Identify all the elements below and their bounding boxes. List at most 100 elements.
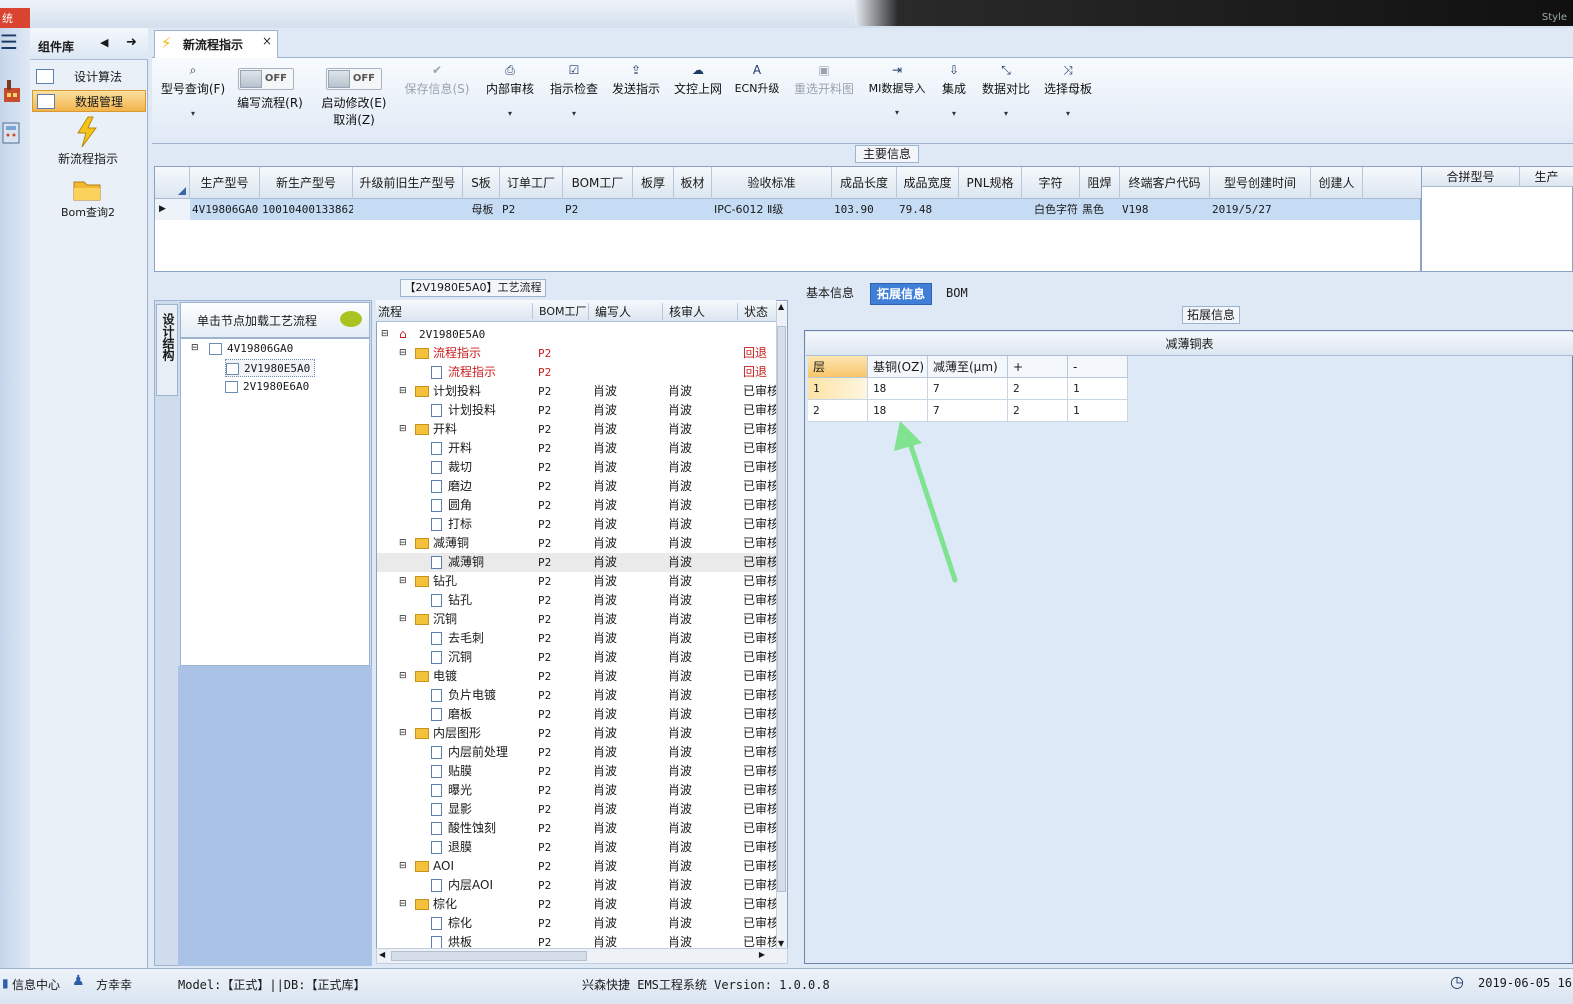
nav-item-data-management[interactable]: 数据管理 xyxy=(32,90,146,112)
flow-step-row[interactable]: 减薄铜 P2 肖波 肖波 已审核 xyxy=(377,553,779,572)
flow-step-row[interactable]: 内层AOI P2 肖波 肖波 已审核 xyxy=(377,876,779,895)
tool-bom-query-label[interactable]: Bom查询2 xyxy=(48,204,128,220)
table-cell[interactable]: 7 xyxy=(928,378,1008,400)
scroll-thumb[interactable] xyxy=(777,326,786,892)
collapse-icon[interactable]: ⊟ xyxy=(381,325,389,344)
col-header[interactable]: 编写人 xyxy=(588,303,631,320)
col-header[interactable]: 型号创建时间 xyxy=(1210,167,1311,199)
mi-data-import-button[interactable]: ⇥ MI数据导入 ▾ xyxy=(864,58,930,117)
pin-icon[interactable]: ➜ xyxy=(126,35,137,50)
folder-icon[interactable] xyxy=(72,176,102,205)
col-header[interactable]: 状态 xyxy=(737,303,768,320)
col-header[interactable]: 新生产型号 xyxy=(260,167,353,199)
flow-step-row[interactable]: 沉铜 P2 肖波 肖波 已审核 xyxy=(377,648,779,667)
flow-step-row[interactable]: 钻孔 P2 肖波 肖波 已审核 xyxy=(377,591,779,610)
flow-step-row[interactable]: 圆角 P2 肖波 肖波 已审核 xyxy=(377,496,779,515)
flow-group-row[interactable]: ⊟ 流程指示 P2 回退 xyxy=(377,344,777,363)
cell[interactable]: P2 xyxy=(500,199,563,220)
flow-step-row[interactable]: 退膜 P2 肖波 肖波 已审核 xyxy=(377,838,779,857)
col-header[interactable]: 生产 xyxy=(1520,167,1573,187)
data-compare-button[interactable]: ⤡ 数据对比 ▾ xyxy=(978,58,1034,118)
col-header[interactable]: 阻焊 xyxy=(1080,167,1120,199)
cell[interactable] xyxy=(1311,199,1363,220)
tree-node[interactable]: 4V19806GA0 xyxy=(209,340,293,358)
collapse-icon[interactable]: ⊟ xyxy=(191,343,199,353)
flow-group-row[interactable]: ⊟ 电镀 P2 肖波 肖波 已审核 xyxy=(377,667,779,686)
col-header-minus[interactable]: - xyxy=(1068,356,1128,378)
tool-new-flow-label[interactable]: 新流程指示 xyxy=(48,150,128,167)
hamburger-menu-icon[interactable]: ☰ xyxy=(0,32,22,54)
calculator-icon[interactable] xyxy=(1,120,23,146)
flow-group-row[interactable]: ⊟ 开料 P2 肖波 肖波 已审核 xyxy=(377,420,779,439)
flow-root-row[interactable]: ⊟ ⌂ 2V1980E5A0 xyxy=(377,325,777,344)
cell[interactable]: 2019/5/27 xyxy=(1210,199,1311,220)
col-header-plus[interactable]: + xyxy=(1008,356,1068,378)
cell[interactable]: 10010400133862 xyxy=(260,199,353,220)
app-tab-fragment[interactable]: 统 xyxy=(0,8,30,28)
cell[interactable]: 4V19806GA0 xyxy=(190,199,260,220)
flow-group-row[interactable]: ⊟ 减薄铜 P2 肖波 肖波 已审核 xyxy=(377,534,779,553)
model-query-button[interactable]: ⌕ 型号查询(F) ▾ xyxy=(156,58,230,118)
col-header[interactable]: 合拼型号 xyxy=(1422,167,1520,187)
col-header[interactable]: 生产型号 xyxy=(190,167,260,199)
col-header[interactable]: 字符 xyxy=(1022,167,1080,199)
flow-step-row[interactable]: 内层前处理 P2 肖波 肖波 已审核 xyxy=(377,743,779,762)
cell[interactable] xyxy=(353,199,463,220)
cell[interactable]: 母板 xyxy=(463,199,500,220)
flow-group-row[interactable]: ⊟ 沉铜 P2 肖波 肖波 已审核 xyxy=(377,610,779,629)
col-header[interactable]: PNL规格 xyxy=(959,167,1022,199)
tab-basic-info[interactable]: 基本信息 xyxy=(800,283,860,305)
flow-step-row[interactable]: 负片电镀 P2 肖波 肖波 已审核 xyxy=(377,686,779,705)
col-header[interactable]: 成品宽度 xyxy=(897,167,959,199)
flow-group-row[interactable]: ⊟ 计划投料 P2 肖波 肖波 已审核 xyxy=(377,382,779,401)
table-cell[interactable]: 2 xyxy=(1008,378,1068,400)
col-header[interactable]: 订单工厂 xyxy=(500,167,563,199)
tree-node[interactable]: 2V1980E6A0 xyxy=(225,378,309,396)
scroll-up-icon[interactable]: ▲ xyxy=(778,302,784,311)
flow-group-row[interactable]: ⊟ 内层图形 P2 肖波 肖波 已审核 xyxy=(377,724,779,743)
cell[interactable]: 白色字符 xyxy=(1022,199,1080,220)
collapse-icon[interactable]: ⊟ xyxy=(399,534,407,553)
col-header[interactable]: 终端客户代码 xyxy=(1120,167,1210,199)
flow-step-row[interactable]: 显影 P2 肖波 肖波 已审核 xyxy=(377,800,779,819)
col-header[interactable]: 流程 xyxy=(378,303,402,320)
collapse-icon[interactable]: ⊟ xyxy=(399,724,407,743)
cell[interactable]: V198 xyxy=(1120,199,1210,220)
cell[interactable] xyxy=(959,199,1022,220)
col-header-layer[interactable]: 层 xyxy=(808,356,868,378)
scroll-right-icon[interactable]: ▶ xyxy=(759,950,765,959)
horizontal-scrollbar[interactable]: ◀ ▶ xyxy=(376,948,788,964)
flow-step-row[interactable]: 磨板 P2 肖波 肖波 已审核 xyxy=(377,705,779,724)
scroll-left-icon[interactable]: ◀ xyxy=(379,950,385,959)
col-header[interactable]: 板材 xyxy=(674,167,712,199)
cancel-edit-label[interactable]: 取消(Z) xyxy=(318,111,390,128)
col-header[interactable]: 升级前旧生产型号 xyxy=(353,167,463,199)
flow-step-row[interactable]: 裁切 P2 肖波 肖波 已审核 xyxy=(377,458,779,477)
table-cell[interactable]: 1 xyxy=(1068,378,1128,400)
vertical-scrollbar[interactable]: ▲ ▼ xyxy=(776,302,787,948)
flow-step-row[interactable]: 流程指示 P2 回退 xyxy=(377,363,777,382)
tree-node-selected[interactable]: 2V1980E5A0 xyxy=(225,359,316,377)
collapse-icon[interactable]: ⊟ xyxy=(399,572,407,591)
flow-step-row[interactable]: 棕化 P2 肖波 肖波 已审核 xyxy=(377,914,779,933)
internal-review-button[interactable]: ⎙ 内部审核 ▾ xyxy=(482,58,538,118)
send-instruction-button[interactable]: ⇪ 发送指示 xyxy=(608,58,664,97)
cell[interactable] xyxy=(633,199,674,220)
flow-group-row[interactable]: ⊟ 钻孔 P2 肖波 肖波 已审核 xyxy=(377,572,779,591)
table-cell[interactable]: 2 xyxy=(1008,400,1068,422)
collapse-icon[interactable]: ⊟ xyxy=(399,344,407,363)
col-header-base-copper[interactable]: 基铜(OZ) xyxy=(868,356,928,378)
flow-step-row[interactable]: 磨边 P2 肖波 肖波 已审核 xyxy=(377,477,779,496)
col-header[interactable]: 板厚 xyxy=(633,167,674,199)
col-header[interactable]: BOM工厂 xyxy=(563,167,633,199)
scroll-thumb[interactable] xyxy=(391,951,587,961)
col-header[interactable]: S板 xyxy=(463,167,500,199)
cell[interactable]: 79.48 xyxy=(897,199,959,220)
collapse-icon[interactable]: ⊟ xyxy=(399,420,407,439)
monitor-icon[interactable]: ▮ xyxy=(2,976,9,990)
table-cell[interactable]: 1 xyxy=(1068,400,1128,422)
start-edit-toggle[interactable]: OFF xyxy=(326,68,382,90)
ecn-upgrade-button[interactable]: A ECN升级 xyxy=(732,58,782,96)
col-header[interactable]: 创建人 xyxy=(1311,167,1363,199)
col-header[interactable]: 核审人 xyxy=(662,303,705,320)
